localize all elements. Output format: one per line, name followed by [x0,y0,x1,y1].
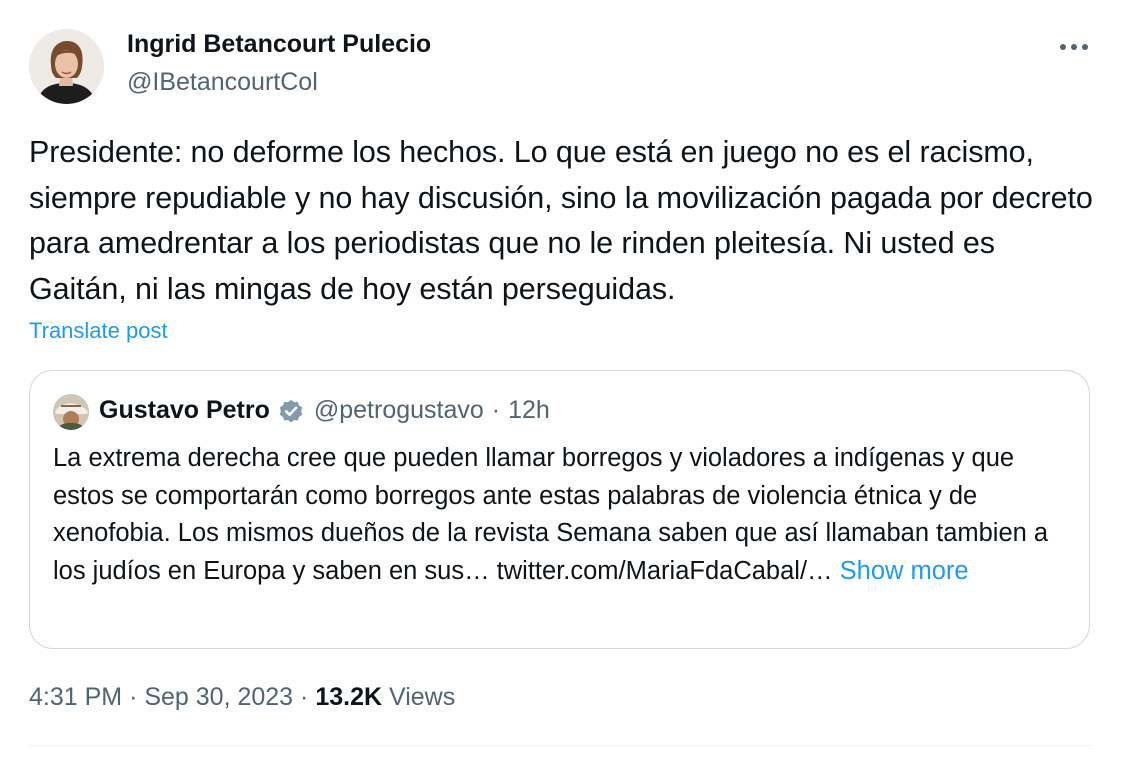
post-meta: 4:31 PM · Sep 30, 2023 · 13.2K Views [29,683,455,712]
translate-post-link[interactable]: Translate post [29,318,168,344]
divider [29,745,1092,746]
views-count: 13.2K [315,683,383,711]
more-horizontal-icon [1060,44,1088,50]
quoted-header: Gustavo Petro @petrogustavo · 12h [99,396,550,425]
views-label: Views [389,683,456,711]
quoted-post-card[interactable]: Gustavo Petro @petrogustavo · 12h La ext… [29,370,1090,649]
quoted-author-name[interactable]: Gustavo Petro [99,396,270,425]
verified-badge-icon [279,399,303,422]
author-name[interactable]: Ingrid Betancourt Pulecio [127,30,431,59]
quoted-avatar-image [53,394,89,430]
quoted-body: La extrema derecha cree que pueden llama… [53,440,1073,590]
author-avatar-image [29,29,104,104]
quoted-timestamp[interactable]: 12h [508,396,550,425]
quoted-separator: · [491,396,501,424]
author-handle[interactable]: @IBetancourtCol [127,68,318,97]
meta-separator: · [300,683,309,711]
post-text: Presidente: no deforme los hechos. Lo qu… [29,135,1093,306]
more-options-button[interactable] [1056,32,1092,62]
meta-separator: · [129,683,138,711]
quoted-author-handle[interactable]: @petrogustavo [314,396,484,425]
post-time[interactable]: 4:31 PM [29,683,122,711]
post-date[interactable]: Sep 30, 2023 [144,683,293,711]
show-more-link[interactable]: Show more [840,557,969,585]
author-avatar[interactable] [29,29,104,104]
quoted-author-avatar[interactable] [53,394,89,430]
